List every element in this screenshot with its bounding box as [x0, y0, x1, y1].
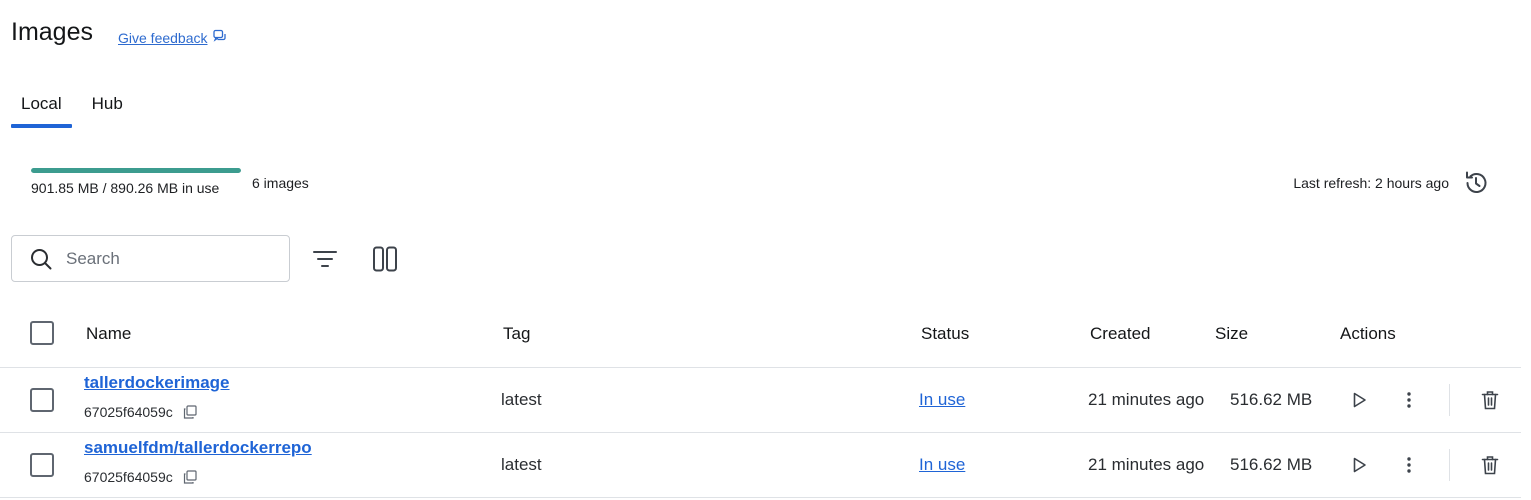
copy-icon: [183, 470, 197, 484]
status-link[interactable]: In use: [919, 455, 965, 474]
image-tag: latest: [501, 390, 542, 409]
give-feedback-label: Give feedback: [118, 29, 208, 46]
column-header-tag[interactable]: Tag: [503, 324, 530, 344]
actions-divider: [1449, 384, 1450, 416]
search-input[interactable]: [66, 248, 266, 269]
actions-divider: [1449, 449, 1450, 481]
copy-id-button[interactable]: [183, 470, 197, 484]
run-button[interactable]: [1343, 384, 1375, 416]
image-id: 67025f64059c: [84, 469, 197, 485]
image-id-text: 67025f64059c: [84, 469, 173, 485]
give-feedback-link[interactable]: Give feedback: [118, 29, 227, 46]
image-size: 516.62 MB: [1230, 390, 1313, 409]
refresh-icon: [1466, 171, 1487, 193]
more-vertical-icon: [1407, 392, 1411, 408]
columns-icon: [373, 246, 397, 272]
column-header-actions: Actions: [1340, 324, 1396, 343]
refresh-status: Last refresh: 2 hours ago: [1293, 168, 1491, 198]
select-all-checkbox[interactable]: [30, 321, 54, 345]
tab-hub-label: Hub: [91, 94, 123, 113]
disk-usage-text: 901.85 MB / 890.26 MB in use: [31, 180, 220, 196]
search-box[interactable]: [11, 235, 290, 282]
created-time: 21 minutes ago: [1088, 390, 1205, 409]
more-actions-button[interactable]: [1393, 384, 1425, 416]
row-checkbox[interactable]: [30, 388, 54, 412]
column-header-status[interactable]: Status: [921, 324, 969, 344]
copy-icon: [183, 405, 197, 419]
status-link[interactable]: In use: [919, 390, 965, 409]
refresh-button[interactable]: [1461, 168, 1491, 198]
trash-icon: [1481, 391, 1499, 410]
tab-hub[interactable]: Hub: [82, 94, 133, 128]
images-count: 6 images: [252, 175, 309, 191]
table-header: Name Tag Status Created Size Actions: [0, 312, 1521, 368]
column-header-created[interactable]: Created: [1090, 324, 1150, 344]
image-size: 516.62 MB: [1230, 455, 1313, 474]
tab-local[interactable]: Local: [11, 94, 72, 128]
feedback-icon: [212, 29, 227, 46]
image-id-text: 67025f64059c: [84, 404, 173, 420]
columns-button[interactable]: [368, 242, 402, 276]
more-actions-button[interactable]: [1393, 449, 1425, 481]
trash-icon: [1481, 456, 1499, 475]
copy-id-button[interactable]: [183, 405, 197, 419]
tab-local-label: Local: [21, 94, 62, 113]
filter-icon: [313, 251, 337, 267]
last-refresh-label: Last refresh: 2 hours ago: [1293, 175, 1449, 191]
more-vertical-icon: [1407, 457, 1411, 473]
search-icon: [31, 248, 52, 269]
table-row[interactable]: samuelfdm/tallerdockerrepo 67025f64059c …: [0, 433, 1521, 498]
image-name-link[interactable]: samuelfdm/tallerdockerrepo: [84, 438, 312, 458]
disk-usage-bar: [31, 168, 241, 173]
page-title: Images: [11, 18, 93, 46]
image-id: 67025f64059c: [84, 404, 197, 420]
delete-button[interactable]: [1474, 449, 1506, 481]
column-header-name[interactable]: Name: [86, 324, 131, 344]
image-name-link[interactable]: tallerdockerimage: [84, 373, 230, 393]
created-time: 21 minutes ago: [1088, 455, 1205, 474]
column-header-size[interactable]: Size: [1215, 324, 1248, 344]
play-icon: [1353, 392, 1366, 408]
disk-usage-fill: [31, 168, 241, 173]
images-page: Images Give feedback Local Hub 901.85 MB…: [0, 0, 1531, 500]
run-button[interactable]: [1343, 449, 1375, 481]
tab-bar: Local Hub: [11, 94, 133, 128]
play-icon: [1353, 457, 1366, 473]
filter-button[interactable]: [308, 242, 342, 276]
table-row[interactable]: tallerdockerimage 67025f64059c latest In…: [0, 368, 1521, 433]
row-checkbox[interactable]: [30, 453, 54, 477]
delete-button[interactable]: [1474, 384, 1506, 416]
image-tag: latest: [501, 455, 542, 474]
